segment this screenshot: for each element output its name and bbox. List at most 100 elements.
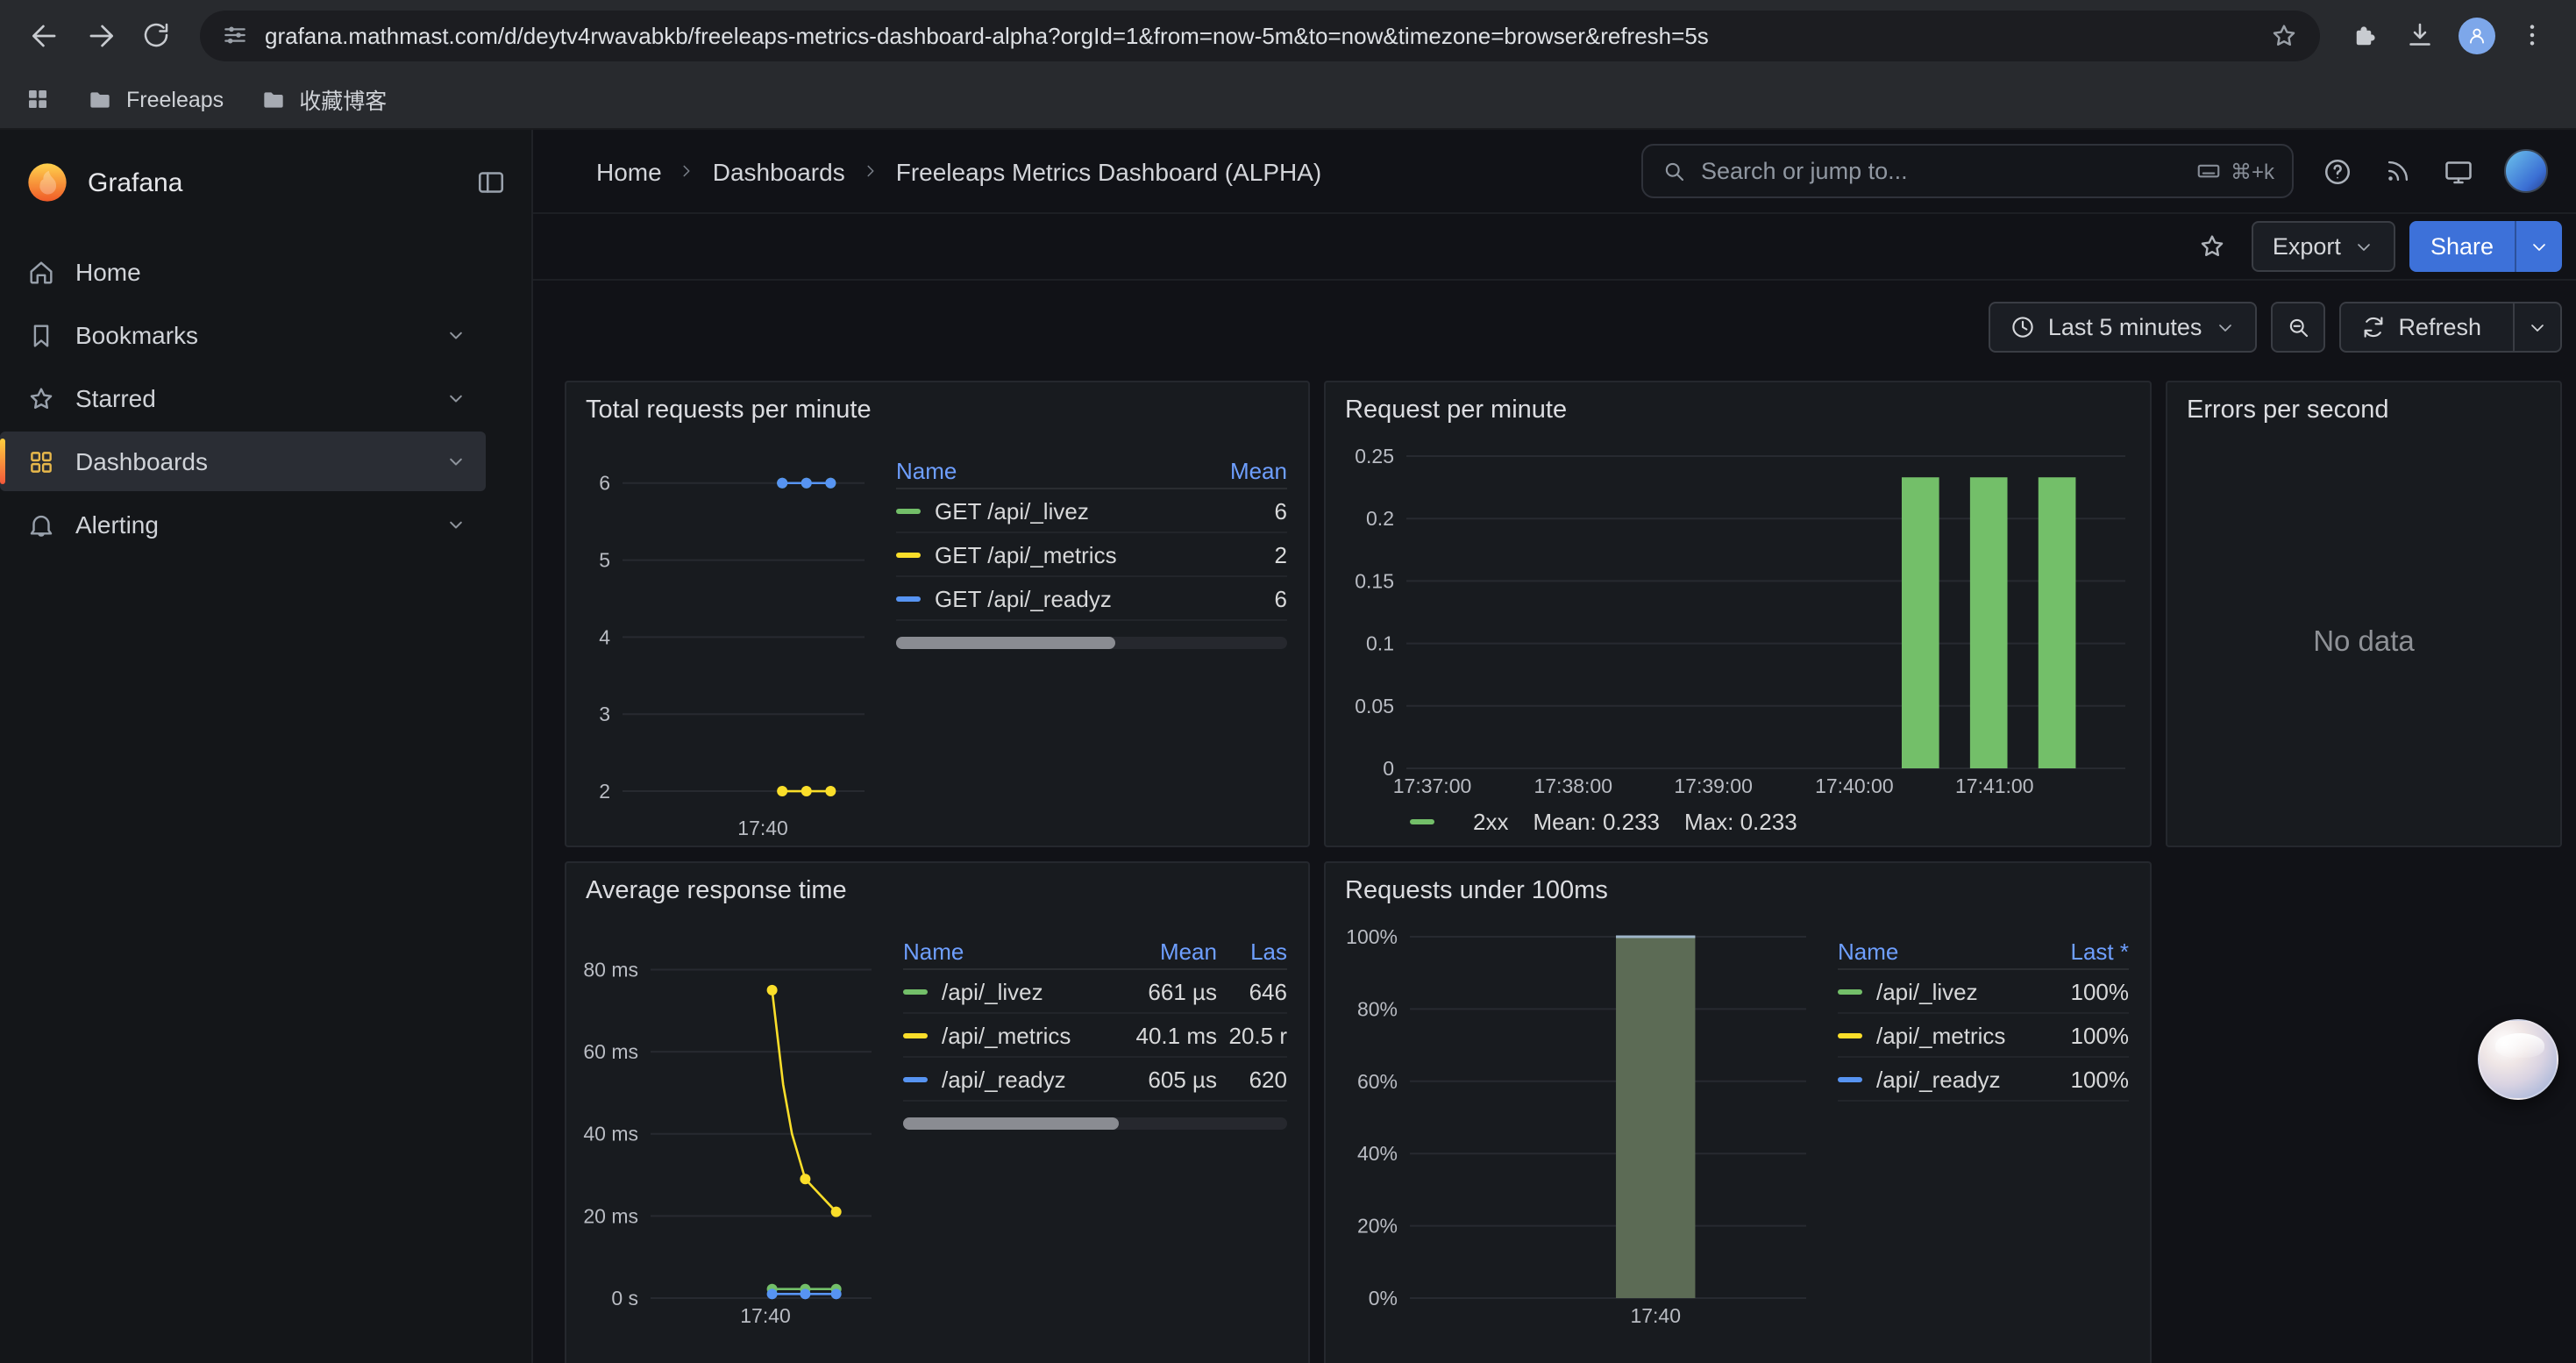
zoom-out-button[interactable] bbox=[2270, 302, 2324, 353]
bookmark-label: 收藏博客 bbox=[299, 82, 387, 116]
panel-title[interactable]: Requests under 100ms bbox=[1345, 877, 1608, 905]
legend-header: NameMeanLas bbox=[903, 933, 1287, 970]
legend-row[interactable]: /api/_metrics100% bbox=[1838, 1014, 2129, 1058]
legend-row[interactable]: /api/_metrics40.1 ms20.5 r bbox=[903, 1014, 1287, 1058]
timeseries-chart[interactable]: 0 s20 ms40 ms60 ms80 ms17:40 bbox=[577, 923, 886, 1330]
legend-header-cell[interactable]: Name bbox=[1838, 938, 2038, 964]
legend-row[interactable]: GET /api/_livez6 bbox=[896, 489, 1287, 533]
timeseries-chart[interactable]: 2345617:40 bbox=[577, 442, 879, 842]
legend-row[interactable]: GET /api/_readyz6 bbox=[896, 577, 1287, 621]
svg-text:17:40: 17:40 bbox=[1630, 1304, 1681, 1327]
user-avatar[interactable] bbox=[2504, 149, 2548, 193]
panel-request-per-minute: Request per minute 00.050.10.150.20.2517… bbox=[1324, 381, 2152, 847]
sidebar-item-label: Home bbox=[75, 258, 141, 286]
legend-scrollbar[interactable] bbox=[903, 1117, 1287, 1130]
back-button[interactable] bbox=[18, 9, 70, 61]
bookmark-icon bbox=[26, 320, 56, 350]
time-range-picker[interactable]: Last 5 minutes bbox=[1989, 302, 2257, 353]
download-icon[interactable] bbox=[2394, 9, 2446, 61]
legend-header-cell[interactable]: Mean bbox=[1108, 938, 1217, 964]
series-value: 6 bbox=[1199, 585, 1287, 611]
breadcrumb-separator-icon bbox=[678, 161, 697, 181]
series-value: 2 bbox=[1199, 541, 1287, 567]
svg-text:0 s: 0 s bbox=[611, 1287, 638, 1309]
share-button[interactable]: Share bbox=[2409, 221, 2562, 272]
dashboard-actions: Export Share bbox=[533, 214, 2576, 281]
panel-title[interactable]: Average response time bbox=[586, 877, 847, 905]
sidebar-item-label: Dashboards bbox=[75, 447, 208, 475]
apps-grid-icon[interactable] bbox=[25, 86, 51, 112]
monitor-icon[interactable] bbox=[2443, 155, 2474, 187]
legend-table: NameMeanGET /api/_livez6GET /api/_metric… bbox=[879, 442, 1298, 842]
series-color-swatch bbox=[1410, 818, 1434, 824]
svg-text:0.1: 0.1 bbox=[1366, 632, 1394, 655]
bookmark-star-icon[interactable] bbox=[2269, 20, 2299, 50]
legend-scrollbar[interactable] bbox=[896, 637, 1287, 649]
chevron-down-icon[interactable] bbox=[444, 512, 468, 537]
svg-text:5: 5 bbox=[599, 549, 610, 572]
series-name: /api/_readyz bbox=[942, 1066, 1108, 1092]
series-name: GET /api/_metrics bbox=[935, 541, 1199, 567]
bar-chart[interactable]: 00.050.10.150.20.2517:37:0017:38:0017:39… bbox=[1336, 442, 2139, 800]
share-dropdown-icon[interactable] bbox=[2515, 221, 2562, 272]
search-input[interactable]: Search or jump to... ⌘+k bbox=[1641, 144, 2294, 198]
bookmark-item[interactable]: Freeleaps bbox=[86, 85, 224, 113]
series-name: /api/_metrics bbox=[942, 1022, 1108, 1048]
address-bar[interactable]: grafana.mathmast.com/d/deytv4rwavabkb/fr… bbox=[200, 10, 2320, 61]
bookmark-item[interactable]: 收藏博客 bbox=[259, 82, 387, 116]
legend-header-cell[interactable]: Last * bbox=[2038, 938, 2129, 964]
svg-text:17:40: 17:40 bbox=[740, 1304, 791, 1327]
legend-row[interactable]: /api/_livez661 µs646 bbox=[903, 970, 1287, 1014]
browser-profile-icon[interactable] bbox=[2450, 9, 2502, 61]
assistant-avatar[interactable] bbox=[2478, 1019, 2558, 1100]
legend-row[interactable]: /api/_readyz605 µs620 bbox=[903, 1058, 1287, 1102]
grafana-logo[interactable] bbox=[25, 160, 70, 205]
sidebar-item-dashboards[interactable]: Dashboards bbox=[0, 432, 486, 491]
series-color-swatch bbox=[1838, 1032, 1862, 1038]
series-color-swatch bbox=[903, 1032, 928, 1038]
help-icon[interactable] bbox=[2322, 155, 2353, 187]
panel-title[interactable]: Total requests per minute bbox=[586, 396, 872, 425]
sidebar-item-home[interactable]: Home bbox=[0, 242, 486, 302]
series-name: GET /api/_readyz bbox=[935, 585, 1199, 611]
export-button[interactable]: Export bbox=[2252, 221, 2395, 272]
reload-button[interactable] bbox=[130, 9, 182, 61]
chevron-down-icon[interactable] bbox=[444, 323, 468, 347]
url-text[interactable]: grafana.mathmast.com/d/deytv4rwavabkb/fr… bbox=[265, 22, 2253, 48]
extensions-icon[interactable] bbox=[2338, 9, 2390, 61]
legend-header-cell[interactable]: Name bbox=[903, 938, 1108, 964]
search-shortcut: ⌘+k bbox=[2195, 158, 2274, 184]
series-name[interactable]: 2xx bbox=[1473, 808, 1508, 834]
breadcrumb-dashboards[interactable]: Dashboards bbox=[713, 157, 845, 185]
clock-icon bbox=[2010, 314, 2036, 340]
legend-header-cell[interactable]: Las bbox=[1217, 938, 1287, 964]
panel-title[interactable]: Errors per second bbox=[2187, 396, 2389, 425]
sidebar-item-bookmarks[interactable]: Bookmarks bbox=[0, 305, 486, 365]
panel-title[interactable]: Request per minute bbox=[1345, 396, 1567, 425]
site-info-icon[interactable] bbox=[221, 21, 249, 49]
bar-chart[interactable]: 0%20%40%60%80%100%17:40 bbox=[1336, 923, 1820, 1330]
series-name: /api/_livez bbox=[942, 978, 1108, 1004]
browser-window: grafana.mathmast.com/d/deytv4rwavabkb/fr… bbox=[0, 0, 2576, 1363]
panel-total-requests: Total requests per minute 2345617:40 Nam… bbox=[565, 381, 1310, 847]
sidebar-toggle-icon[interactable] bbox=[475, 167, 507, 198]
chevron-down-icon[interactable] bbox=[444, 386, 468, 410]
sidebar-item-alerting[interactable]: Alerting bbox=[0, 495, 486, 554]
svg-text:17:38:00: 17:38:00 bbox=[1534, 774, 1612, 797]
chevron-down-icon[interactable] bbox=[444, 449, 468, 474]
legend-row[interactable]: /api/_livez100% bbox=[1838, 970, 2129, 1014]
refresh-button[interactable]: Refresh bbox=[2338, 302, 2562, 353]
legend-header-cell[interactable]: Name bbox=[896, 457, 1199, 483]
breadcrumb-home[interactable]: Home bbox=[596, 157, 662, 185]
rss-icon[interactable] bbox=[2383, 156, 2413, 186]
legend-header-cell[interactable]: Mean bbox=[1199, 457, 1287, 483]
forward-button[interactable] bbox=[74, 9, 126, 61]
sidebar-item-starred[interactable]: Starred bbox=[0, 368, 486, 428]
legend-row[interactable]: /api/_readyz100% bbox=[1838, 1058, 2129, 1102]
refresh-interval-dropdown[interactable] bbox=[2513, 303, 2560, 351]
legend-row[interactable]: GET /api/_metrics2 bbox=[896, 533, 1287, 577]
svg-text:20%: 20% bbox=[1357, 1215, 1398, 1238]
favorite-star-icon[interactable] bbox=[2188, 222, 2238, 271]
series-value: 100% bbox=[2038, 1066, 2129, 1092]
browser-menu-icon[interactable] bbox=[2506, 9, 2558, 61]
